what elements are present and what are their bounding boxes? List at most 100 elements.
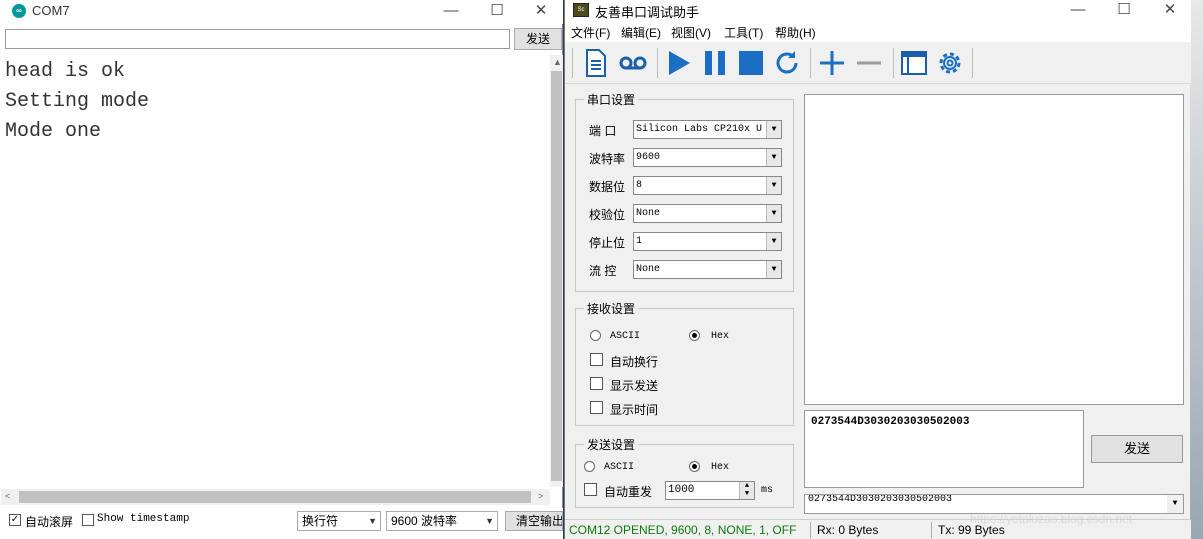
parity-label: 校验位 xyxy=(589,208,626,222)
stopbits-value: 1 xyxy=(636,236,643,247)
stopbits-select[interactable]: 1 ▼ xyxy=(633,232,782,251)
scroll-right-icon[interactable]: > xyxy=(538,491,543,501)
show-send-label: 显示发送 xyxy=(610,379,659,393)
menu-file[interactable]: 文件(F) xyxy=(571,24,610,41)
flow-select[interactable]: None ▼ xyxy=(633,260,782,279)
horizontal-scrollbar[interactable]: < > xyxy=(1,489,550,505)
send-settings-group: 发送设置 ASCII Hex 自动重发 1000 ▲ ▼ ms xyxy=(575,436,794,508)
scroll-thumb[interactable] xyxy=(551,71,562,481)
chevron-down-icon[interactable]: ▼ xyxy=(766,149,781,166)
baud-select[interactable]: 9600 ▼ xyxy=(633,148,782,167)
receive-settings-group: 接收设置 ASCII Hex 自动换行 显示发送 显示时间 xyxy=(575,300,794,426)
close-button[interactable]: ✕ xyxy=(518,0,564,24)
port-select[interactable]: Silicon Labs CP210x U ▼ xyxy=(633,120,782,139)
status-divider xyxy=(931,522,932,538)
flow-label: 流 控 xyxy=(589,264,617,278)
minimize-button[interactable]: — xyxy=(428,0,474,24)
flow-value: None xyxy=(636,264,661,275)
plus-icon[interactable] xyxy=(816,47,848,79)
menu-view[interactable]: 视图(V) xyxy=(671,24,711,41)
record-tape-icon[interactable] xyxy=(617,47,649,79)
toolbar-separator xyxy=(572,48,573,78)
show-time-checkbox[interactable] xyxy=(590,401,603,414)
output-line: Mode one xyxy=(5,120,102,143)
chevron-down-icon[interactable]: ▼ xyxy=(766,261,781,278)
show-time-label: 显示时间 xyxy=(610,403,659,417)
maximize-button[interactable]: ☐ xyxy=(1101,0,1147,22)
chevron-down-icon: ▼ xyxy=(485,516,494,526)
pause-icon[interactable] xyxy=(699,47,731,79)
line-ending-value: 换行符 xyxy=(302,514,339,528)
send-history-select[interactable]: 0273544D3030203030502003 ▼ xyxy=(804,494,1184,514)
stop-icon[interactable] xyxy=(735,47,767,79)
recv-hex-label: Hex xyxy=(711,331,730,342)
chevron-down-icon: ▼ xyxy=(368,516,377,526)
databits-select[interactable]: 8 ▼ xyxy=(633,176,782,195)
send-ascii-label: ASCII xyxy=(604,462,635,473)
toolbar-separator xyxy=(810,48,811,78)
minus-icon[interactable] xyxy=(853,47,885,79)
minimize-button[interactable]: — xyxy=(1055,0,1101,22)
chevron-down-icon[interactable]: ▼ xyxy=(766,177,781,194)
parity-value: None xyxy=(636,208,661,219)
group-title: 发送设置 xyxy=(584,436,639,453)
chevron-down-icon[interactable]: ▼ xyxy=(766,121,781,138)
databits-value: 8 xyxy=(636,180,643,191)
auto-resend-checkbox[interactable] xyxy=(584,483,597,496)
recv-hex-radio[interactable] xyxy=(689,330,700,341)
window-title: 友善串口调试助手 xyxy=(595,5,700,20)
auto-newline-checkbox[interactable] xyxy=(590,353,603,366)
send-ascii-radio[interactable] xyxy=(584,461,595,472)
show-send-checkbox[interactable] xyxy=(590,377,603,390)
interval-spinbox[interactable]: 1000 ▲ ▼ xyxy=(665,481,755,500)
baud-select[interactable]: 9600 波特率 ▼ xyxy=(386,511,498,531)
send-button[interactable]: 发送 xyxy=(1091,435,1183,463)
send-button[interactable]: 发送 xyxy=(514,28,562,50)
autoscroll-label: 自动滚屏 xyxy=(25,515,74,529)
line-ending-select[interactable]: 换行符 ▼ xyxy=(297,511,381,531)
refresh-icon[interactable] xyxy=(771,47,803,79)
receive-textarea[interactable] xyxy=(804,94,1184,405)
play-icon[interactable] xyxy=(663,47,695,79)
maximize-button[interactable]: ☐ xyxy=(474,0,520,24)
document-icon[interactable] xyxy=(580,47,612,79)
desktop-edge xyxy=(1190,0,1203,539)
menu-help[interactable]: 帮助(H) xyxy=(775,24,816,41)
auto-resend-label: 自动重发 xyxy=(604,485,653,499)
output-line: Setting mode xyxy=(5,90,150,113)
send-input[interactable] xyxy=(5,29,510,49)
timestamp-checkbox[interactable] xyxy=(82,514,94,526)
chevron-down-icon[interactable]: ▼ xyxy=(766,233,781,250)
serial-monitor-window: ∞ COM7 — ☐ ✕ 发送 head is ok Setting mode … xyxy=(0,0,563,539)
menu-edit[interactable]: 编辑(E) xyxy=(621,24,661,41)
stopbits-label: 停止位 xyxy=(589,236,626,250)
chevron-down-icon[interactable]: ▼ xyxy=(1167,495,1183,513)
scroll-left-icon[interactable]: < xyxy=(5,491,10,501)
send-hex-radio[interactable] xyxy=(689,461,700,472)
group-title: 接收设置 xyxy=(584,300,639,317)
spin-arrows-icon[interactable]: ▲ ▼ xyxy=(739,482,754,499)
window-icon[interactable] xyxy=(898,47,930,79)
serial-settings-group: 串口设置 端 口 Silicon Labs CP210x U ▼ 波特率 960… xyxy=(575,91,794,292)
title-bar: ∞ COM7 — ☐ ✕ xyxy=(0,0,563,24)
menu-bar: 文件(F) 编辑(E) 视图(V) 工具(T) 帮助(H) xyxy=(565,22,1191,42)
scroll-up-icon[interactable]: ▲ xyxy=(553,57,562,67)
output-line: head is ok xyxy=(5,60,126,83)
parity-select[interactable]: None ▼ xyxy=(633,204,782,223)
title-bar: Sc 友善串口调试助手 — ☐ ✕ xyxy=(565,0,1191,22)
history-value: 0273544D3030203030502003 xyxy=(808,494,953,505)
rx-count: Rx: 0 Bytes xyxy=(817,523,879,537)
group-title: 串口设置 xyxy=(584,91,639,108)
menu-tools[interactable]: 工具(T) xyxy=(724,24,763,41)
vertical-scrollbar[interactable]: ▲ xyxy=(550,55,563,487)
send-textarea[interactable]: 0273544D3030203030502003 xyxy=(804,410,1084,488)
autoscroll-checkbox[interactable]: ✓ xyxy=(9,514,21,526)
gear-icon[interactable] xyxy=(934,47,966,79)
interval-unit: ms xyxy=(761,485,774,496)
recv-ascii-radio[interactable] xyxy=(590,330,601,341)
clear-output-button[interactable]: 清空输出 xyxy=(505,511,563,531)
auto-newline-label: 自动换行 xyxy=(610,355,659,369)
chevron-down-icon[interactable]: ▼ xyxy=(766,205,781,222)
close-button[interactable]: ✕ xyxy=(1147,0,1193,22)
scroll-thumb[interactable] xyxy=(19,491,531,503)
